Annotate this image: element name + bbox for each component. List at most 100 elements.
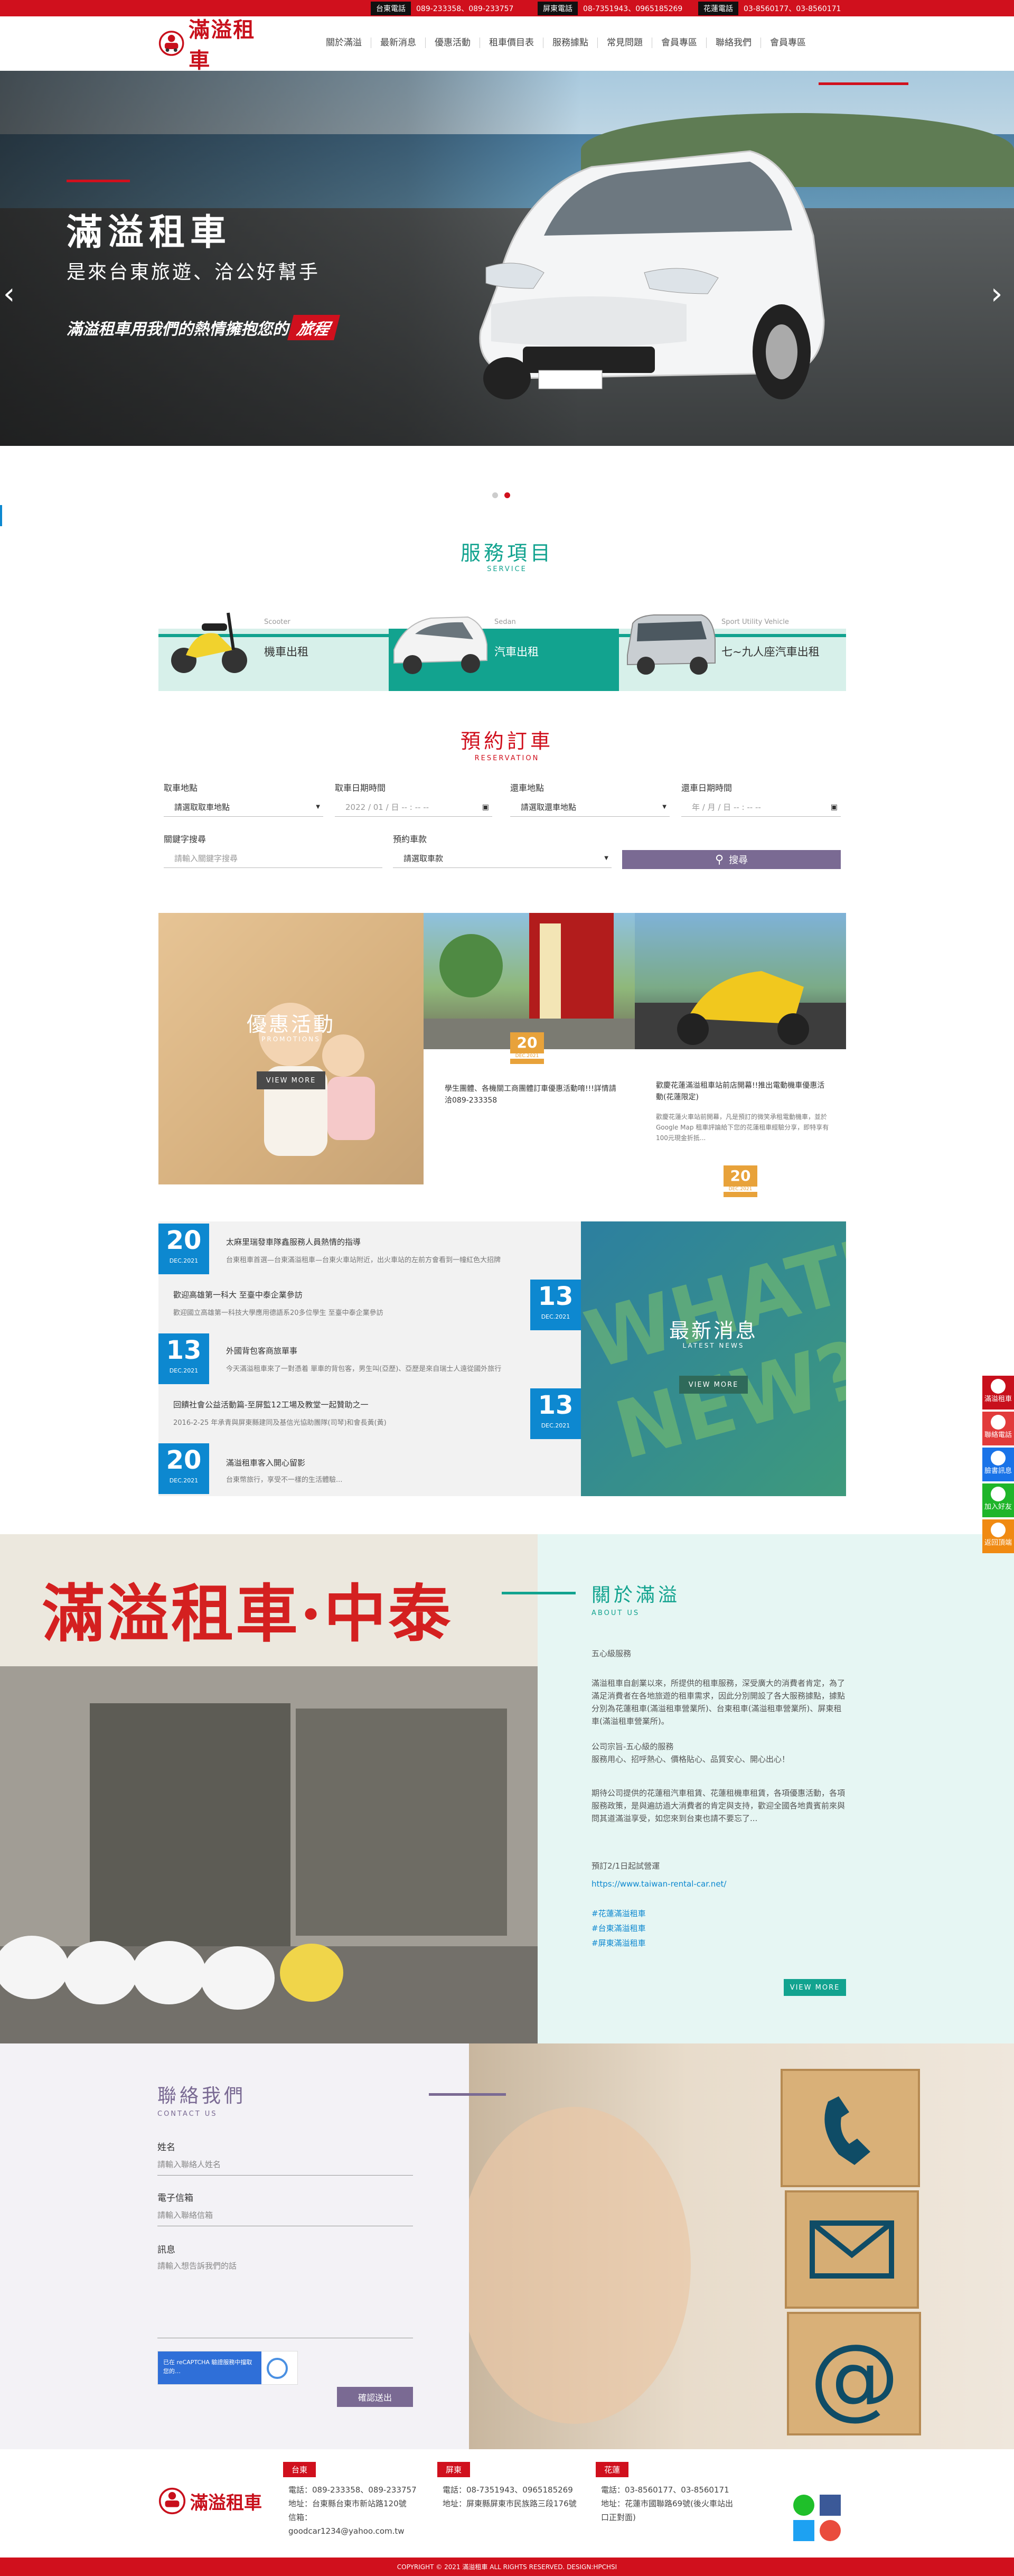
suv-image: [627, 614, 716, 675]
copyright-bar: COPYRIGHT © 2021 滿溢租車 ALL RIGHTS RESERVE…: [0, 2558, 1014, 2576]
prev-arrow-icon[interactable]: ‹: [3, 277, 15, 311]
pickup-place-select[interactable]: 請選取取車地點 ▼: [164, 798, 323, 817]
nav-faq[interactable]: 常見問題: [598, 38, 652, 48]
about-subtitle: ABOUT US: [592, 1609, 640, 1617]
pingtung-phone[interactable]: 屏東電話 08-7351943、0965185269: [538, 1, 682, 15]
pickup-place-label: 取車地點: [164, 783, 198, 793]
slider-dots: [492, 492, 510, 498]
vehicle-label: 預約車款: [393, 834, 427, 844]
recaptcha-icon: [267, 2358, 288, 2379]
news-item[interactable]: 13 DEC.2021 外國背包客商旅單事 今天滿溢租車來了一對憑着 單車的背包客…: [158, 1331, 581, 1384]
chevron-down-icon: ▼: [316, 804, 320, 810]
store-sign: 滿溢租車·中泰: [42, 1577, 453, 1650]
hero-deco-line: [67, 180, 130, 182]
footer-logo[interactable]: 滿溢租車: [158, 2486, 262, 2516]
about-view-more[interactable]: VIEW MORE: [784, 1979, 846, 1996]
service-scooter[interactable]: Scooter 機車出租: [158, 592, 389, 691]
line-icon: [991, 1487, 1006, 1501]
about-hashtag[interactable]: #屏東滿溢租車: [592, 1937, 845, 1949]
contact-deco-line: [429, 2093, 506, 2096]
line-icon[interactable]: [793, 2495, 814, 2516]
nav-locations[interactable]: 服務據點: [543, 38, 598, 48]
logo-car-icon: [158, 2487, 186, 2515]
vehicle-select[interactable]: 請選取車款 ▼: [393, 849, 612, 868]
site-logo[interactable]: 滿溢租車: [158, 17, 264, 73]
return-place-select[interactable]: 請選取還車地點 ▼: [510, 798, 670, 817]
promo-card-title[interactable]: 學生團體、各機關工商團體訂車優惠活動唷!!!詳情請洽089-233358: [445, 1083, 619, 1106]
service-sedan[interactable]: Sedan 汽車出租: [389, 592, 619, 691]
about-hashtag[interactable]: #台東滿溢租車: [592, 1922, 845, 1935]
side-phone-button[interactable]: 聯絡電話: [982, 1412, 1014, 1445]
nav-news[interactable]: 最新消息: [371, 38, 426, 48]
contact-subtitle: CONTACT US: [157, 2110, 218, 2118]
news-banner[interactable]: WHAT'S NEW? 最新消息 LATEST NEWS VIEW MORE: [581, 1221, 846, 1496]
slider-dot[interactable]: [492, 492, 498, 498]
slider-dot-active[interactable]: [504, 492, 510, 498]
side-top-button[interactable]: 返回頂端: [982, 1519, 1014, 1553]
promo-card-desc: 歡慶花蓮火車站前開幕，凡是預訂的微笑承租電動機車，並於Google Map 租車…: [656, 1113, 829, 1142]
taitung-phone[interactable]: 台東電話 089-233358、089-233757: [371, 1, 513, 15]
news-item[interactable]: 13 DEC.2021 歡迎高雄第一科大 至臺中泰企業參訪 歡迎國立高雄第一科技大…: [158, 1277, 581, 1330]
news-subtitle: LATEST NEWS: [682, 1342, 745, 1349]
promotions-view-more[interactable]: VIEW MORE: [257, 1071, 325, 1089]
news-title: 最新消息: [669, 1319, 758, 1342]
facebook-icon[interactable]: [820, 2495, 841, 2516]
calendar-icon: ▣: [482, 802, 489, 811]
about-link[interactable]: https://www.taiwan-rental-car.net/: [592, 1878, 845, 1890]
message-label: 訊息: [157, 2245, 175, 2255]
footer-pingtung: 電話：08-7351943、0965185269 地址：屏東縣屏東市民族路三段17…: [443, 2485, 577, 2508]
about-text: 五心級服務: [592, 1649, 632, 1658]
next-arrow-icon[interactable]: ›: [991, 277, 1002, 311]
submit-button[interactable]: 確認送出: [337, 2387, 413, 2407]
promo-card-image[interactable]: [635, 913, 846, 1049]
about-text: 服務用心、招呼熱心、價格貼心、品質安心、開心出心！: [592, 1754, 790, 1764]
message-textarea[interactable]: 請輸入想告訴我們的話: [157, 2260, 413, 2338]
about-hashtag[interactable]: #花蓮滿溢租車: [592, 1907, 845, 1920]
store-photo: [424, 913, 635, 1049]
about-text: 期待公司提供的花蓮租汽車租賃、花蓮租機車租賃，各項優惠活動，各項服務政策，是與遍…: [592, 1788, 846, 1823]
promotions-banner[interactable]: 優惠活動 PROMOTIONS VIEW MORE: [158, 913, 424, 1184]
side-messenger-button[interactable]: 臉書訊息: [982, 1448, 1014, 1481]
news-item[interactable]: 20 DEC.2021 太麻里瑞發車隊鑫服務人員熱情的指導 台東租車首選—台東滿溢…: [158, 1221, 581, 1274]
footer-branch-tag: 花蓮: [596, 2462, 629, 2477]
about-photo: 滿溢租車·中泰: [0, 1534, 538, 2043]
return-place-label: 還車地點: [510, 783, 544, 793]
hualien-phone[interactable]: 花蓮電話 03-8560177、03-8560171: [698, 1, 841, 15]
service-suv[interactable]: Sport Utility Vehicle 七~九人座汽車出租: [619, 592, 846, 691]
news-date: 20 DEC.2021: [158, 1443, 209, 1494]
about-text: 預訂2/1日起試營運: [592, 1861, 660, 1871]
nav-price[interactable]: 租車價目表: [480, 38, 543, 48]
news-item[interactable]: 20 DEC.2021 滿溢租車客入開心留影 台東幣旅行，享受不一樣的生活體驗..…: [158, 1441, 581, 1494]
footer-branch-tag: 台東: [283, 2462, 316, 2477]
nav-about[interactable]: 關於滿溢: [317, 38, 371, 48]
search-button[interactable]: ⚲ 搜尋: [622, 850, 841, 869]
reservation-subtitle: RESERVATION: [474, 754, 540, 762]
chevron-down-icon: ▼: [604, 855, 608, 861]
footer-hualien: 電話：03-8560177、03-8560171 地址：花蓮市國聯路69號(後火車…: [601, 2485, 733, 2522]
hero-title: 滿溢租車: [67, 212, 232, 254]
nav-promotions[interactable]: 優惠活動: [426, 38, 480, 48]
about-deco-line: [502, 1592, 576, 1594]
about-text: 公司宗旨-五心級的服務: [592, 1742, 674, 1751]
news-view-more[interactable]: VIEW MORE: [679, 1376, 748, 1394]
twitter-icon[interactable]: [793, 2520, 814, 2541]
nav-member-area[interactable]: 會員專區: [761, 38, 815, 48]
weibo-icon[interactable]: [820, 2520, 841, 2541]
recaptcha-box[interactable]: 已在 reCAPTCHA 驗證服務中擋取您的…: [157, 2351, 298, 2385]
news-item[interactable]: 13 DEC.2021 回饋社會公益活動篇-至屏監12工場及教堂一起贊助之一 20…: [158, 1386, 581, 1439]
footer-branch-tag: 屏東: [437, 2462, 471, 2477]
side-logo-button[interactable]: 滿溢租車: [982, 1376, 1014, 1410]
edge-marker: [0, 505, 2, 526]
site-header: 滿溢租車 關於滿溢 最新消息 優惠活動 租車價目表 服務據點 常見問題 會員專區…: [0, 16, 1014, 73]
pickup-date-input[interactable]: 2022 / 01 / 日 -- : -- -- ▣: [335, 798, 492, 817]
promo-card-title[interactable]: 歡慶花蓮滿溢租車站前店開幕!!推出電動機車優惠活動(花蓮限定): [656, 1080, 830, 1103]
promo-card-image[interactable]: [424, 913, 635, 1049]
nav-contact[interactable]: 聯絡我們: [707, 38, 761, 48]
return-date-input[interactable]: 年 / 月 / 日 -- : -- -- ▣: [681, 798, 841, 817]
e-scooter-photo: [635, 971, 846, 1049]
email-input[interactable]: 請輸入聯絡信箱: [157, 2209, 413, 2226]
keyword-input[interactable]: 請輸入關鍵字搜尋: [164, 849, 382, 868]
nav-member[interactable]: 會員專區: [652, 38, 707, 48]
name-input[interactable]: 請輸入聯絡人姓名: [157, 2159, 413, 2176]
side-line-button[interactable]: 加入好友: [982, 1483, 1014, 1517]
